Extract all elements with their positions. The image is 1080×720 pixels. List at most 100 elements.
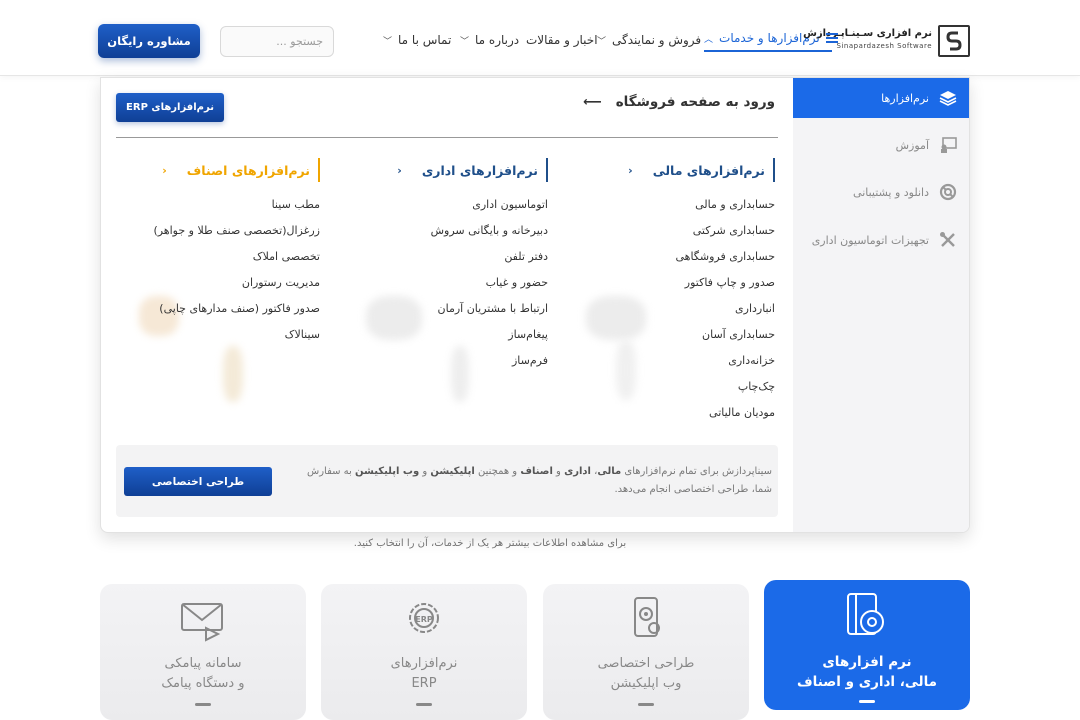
nav-news[interactable]: اخبار و مقالات xyxy=(526,28,598,52)
tools-icon xyxy=(939,231,957,249)
service-card-sms[interactable]: سامانه پیامکی و دستگاه پیامک xyxy=(100,584,306,720)
nav-label: درباره ما xyxy=(475,33,520,47)
card-title-line1: سامانه پیامکی xyxy=(164,656,242,671)
chevron-left-icon: ‹ xyxy=(162,163,167,177)
nav-label: فروش و نمایندگی xyxy=(612,33,702,47)
column-financial: نرم‌افزارهای مالی ‹ حسابداری و مالی حساب… xyxy=(628,158,775,430)
chevron-left-icon: ‹ xyxy=(628,163,633,177)
menu-link[interactable]: حسابداری فروشگاهی xyxy=(628,248,775,274)
card-title-line1: نرم‌افزارهای xyxy=(390,656,458,671)
column-heading-office[interactable]: نرم‌افزارهای اداری ‹ xyxy=(397,158,548,182)
nav-label: تماس با ما xyxy=(398,33,452,47)
card-indicator xyxy=(416,703,432,706)
erp-gear-icon: ERP xyxy=(409,603,439,633)
sidebar-item-label: آموزش xyxy=(895,138,929,152)
column-title: نرم‌افزارهای مالی xyxy=(652,162,765,178)
menu-link[interactable]: مدیریت رستوران xyxy=(153,274,320,300)
menu-link[interactable]: حسابداری و مالی xyxy=(628,196,775,222)
service-card-app-design[interactable]: طراحی اختصاصی وب اپلیکیشن xyxy=(543,584,749,720)
card-indicator xyxy=(195,703,211,706)
card-title-line1: نرم افزارهای xyxy=(822,654,912,670)
nav-contact[interactable]: تماس با ما ﹀ xyxy=(383,28,451,52)
menu-link[interactable]: زرغزال(تخصصی صنف طلا و جواهر) xyxy=(153,222,320,248)
logo-mark-icon xyxy=(938,25,970,57)
menu-link[interactable]: دبیرخانه و بایگانی سروش xyxy=(397,222,548,248)
column-guilds: نرم‌افزارهای اصناف ‹ مطب سینا زرغزال(تخص… xyxy=(153,158,320,352)
menu-link[interactable]: مطب سینا xyxy=(153,196,320,222)
service-card-software[interactable]: نرم افزارهای مالی، اداری و اصناف xyxy=(764,580,970,710)
nav-label: نرم‌افزارها و خدمات xyxy=(719,31,820,45)
search-input[interactable] xyxy=(220,26,334,57)
custom-design-button[interactable]: طراحی اختصاصی xyxy=(124,467,272,496)
sidebar-item-label: نرم‌افزارها xyxy=(881,91,929,105)
sidebar-item-label: تجهیزات اتوماسیون اداری xyxy=(811,233,929,247)
card-title-line1: طراحی اختصاصی xyxy=(597,656,695,671)
nav-software-services[interactable]: نرم‌افزارها و خدمات ︿ xyxy=(704,28,838,52)
menu-link[interactable]: صدور و چاپ فاکتور xyxy=(628,274,775,300)
sidebar-item-label: دانلود و پشتیبانی xyxy=(853,185,929,199)
mega-menu-sidebar: نرم‌افزارها آموزش دانلود و پشتیبانی تجهی… xyxy=(793,78,969,532)
nav-about[interactable]: درباره ما ﹀ xyxy=(460,28,519,52)
menu-link[interactable]: انبارداری xyxy=(628,300,775,326)
card-title-line2: مالی، اداری و اصناف xyxy=(796,674,938,690)
chevron-up-icon: ︿ xyxy=(704,34,714,45)
product-image xyxy=(223,346,243,402)
office-list: اتوماسیون اداری دبیرخانه و بایگانی سروش … xyxy=(397,196,548,378)
svg-text:ERP: ERP xyxy=(415,615,433,624)
sidebar-item-software[interactable]: نرم‌افزارها xyxy=(793,78,969,118)
card-title-line2: ERP xyxy=(411,676,437,691)
financial-list: حسابداری و مالی حسابداری شرکتی حسابداری … xyxy=(628,196,775,430)
services-subtitle: برای مشاهده اطلاعات بیشتر هر یک از خدمات… xyxy=(353,538,627,549)
column-title: نرم‌افزارهای اداری xyxy=(421,162,538,178)
menu-link[interactable]: حسابداری شرکتی xyxy=(628,222,775,248)
column-title: نرم‌افزارهای اصناف xyxy=(186,162,310,178)
menu-link[interactable]: صدور فاکتور (صنف مدارهای چاپی) xyxy=(153,300,320,326)
mega-menu: نرم‌افزارها آموزش دانلود و پشتیبانی تجهی… xyxy=(100,77,970,533)
custom-design-box: سیناپردازش برای تمام نرم‌افزارهای مالی، … xyxy=(116,445,778,517)
guilds-list: مطب سینا زرغزال(تخصصی صنف طلا و جواهر) ت… xyxy=(153,196,320,352)
card-title-line2: و دستگاه پیامک xyxy=(161,676,245,691)
nav-sales[interactable]: فروش و نمایندگی ﹀ xyxy=(597,28,701,52)
chevron-down-icon: ﹀ xyxy=(597,36,607,47)
menu-link[interactable]: تخصصی املاک xyxy=(153,248,320,274)
custom-design-description: سیناپردازش برای تمام نرم‌افزارهای مالی، … xyxy=(306,466,772,495)
column-heading-financial[interactable]: نرم‌افزارهای مالی ‹ xyxy=(628,158,775,182)
menu-link[interactable]: حسابداری آسان xyxy=(628,326,775,352)
erp-software-button[interactable]: نرم‌افزارهای ERP xyxy=(116,93,224,122)
menu-link[interactable]: ارتباط با مشتریان آرمان xyxy=(397,300,548,326)
shop-page-link[interactable]: ورود به صفحه فروشگاه ⟵ xyxy=(583,94,775,110)
free-consult-button[interactable]: مشاوره رایگان xyxy=(98,24,200,58)
card-indicator xyxy=(859,700,875,703)
chevron-left-icon: ‹ xyxy=(397,163,402,177)
menu-link[interactable]: پیغام‌ساز xyxy=(397,326,548,352)
chevron-down-icon: ﹀ xyxy=(383,36,393,47)
layers-icon xyxy=(939,89,957,107)
site-logo[interactable]: نرم افزاری سـینـاپـردازش Sinapardazesh S… xyxy=(803,24,970,58)
teaching-icon xyxy=(939,136,957,154)
column-office: نرم‌افزارهای اداری ‹ اتوماسیون اداری دبی… xyxy=(397,158,548,378)
card-title-line2: وب اپلیکیشن xyxy=(610,676,682,691)
menu-link[interactable]: سینالاک xyxy=(153,326,320,352)
service-card-erp[interactable]: ERP نرم‌افزارهای ERP xyxy=(321,584,527,720)
software-box-icon xyxy=(847,593,884,635)
card-indicator xyxy=(638,703,654,706)
menu-link[interactable]: دفتر تلفن xyxy=(397,248,548,274)
sidebar-item-support[interactable]: دانلود و پشتیبانی xyxy=(793,172,969,212)
menu-link[interactable]: مودیان مالیاتی xyxy=(628,404,775,430)
menu-link[interactable]: اتوماسیون اداری xyxy=(397,196,548,222)
menu-link[interactable]: چک‌چاپ xyxy=(628,378,775,404)
nav-label: اخبار و مقالات xyxy=(526,33,598,47)
menu-link[interactable]: خزانه‌داری xyxy=(628,352,775,378)
menu-icon xyxy=(825,33,838,43)
sidebar-item-training[interactable]: آموزش xyxy=(793,125,969,165)
column-heading-guilds[interactable]: نرم‌افزارهای اصناف ‹ xyxy=(153,158,320,182)
divider xyxy=(116,137,778,138)
sidebar-item-equipment[interactable]: تجهیزات اتوماسیون اداری xyxy=(793,220,969,260)
menu-link[interactable]: حضور و غیاب xyxy=(397,274,548,300)
app-design-icon xyxy=(634,597,660,637)
arrow-left-icon: ⟵ xyxy=(583,94,602,110)
chevron-down-icon: ﹀ xyxy=(460,36,470,47)
shop-link-label: ورود به صفحه فروشگاه xyxy=(615,94,775,110)
support-icon xyxy=(939,183,957,201)
menu-link[interactable]: فرم‌ساز xyxy=(397,352,548,378)
